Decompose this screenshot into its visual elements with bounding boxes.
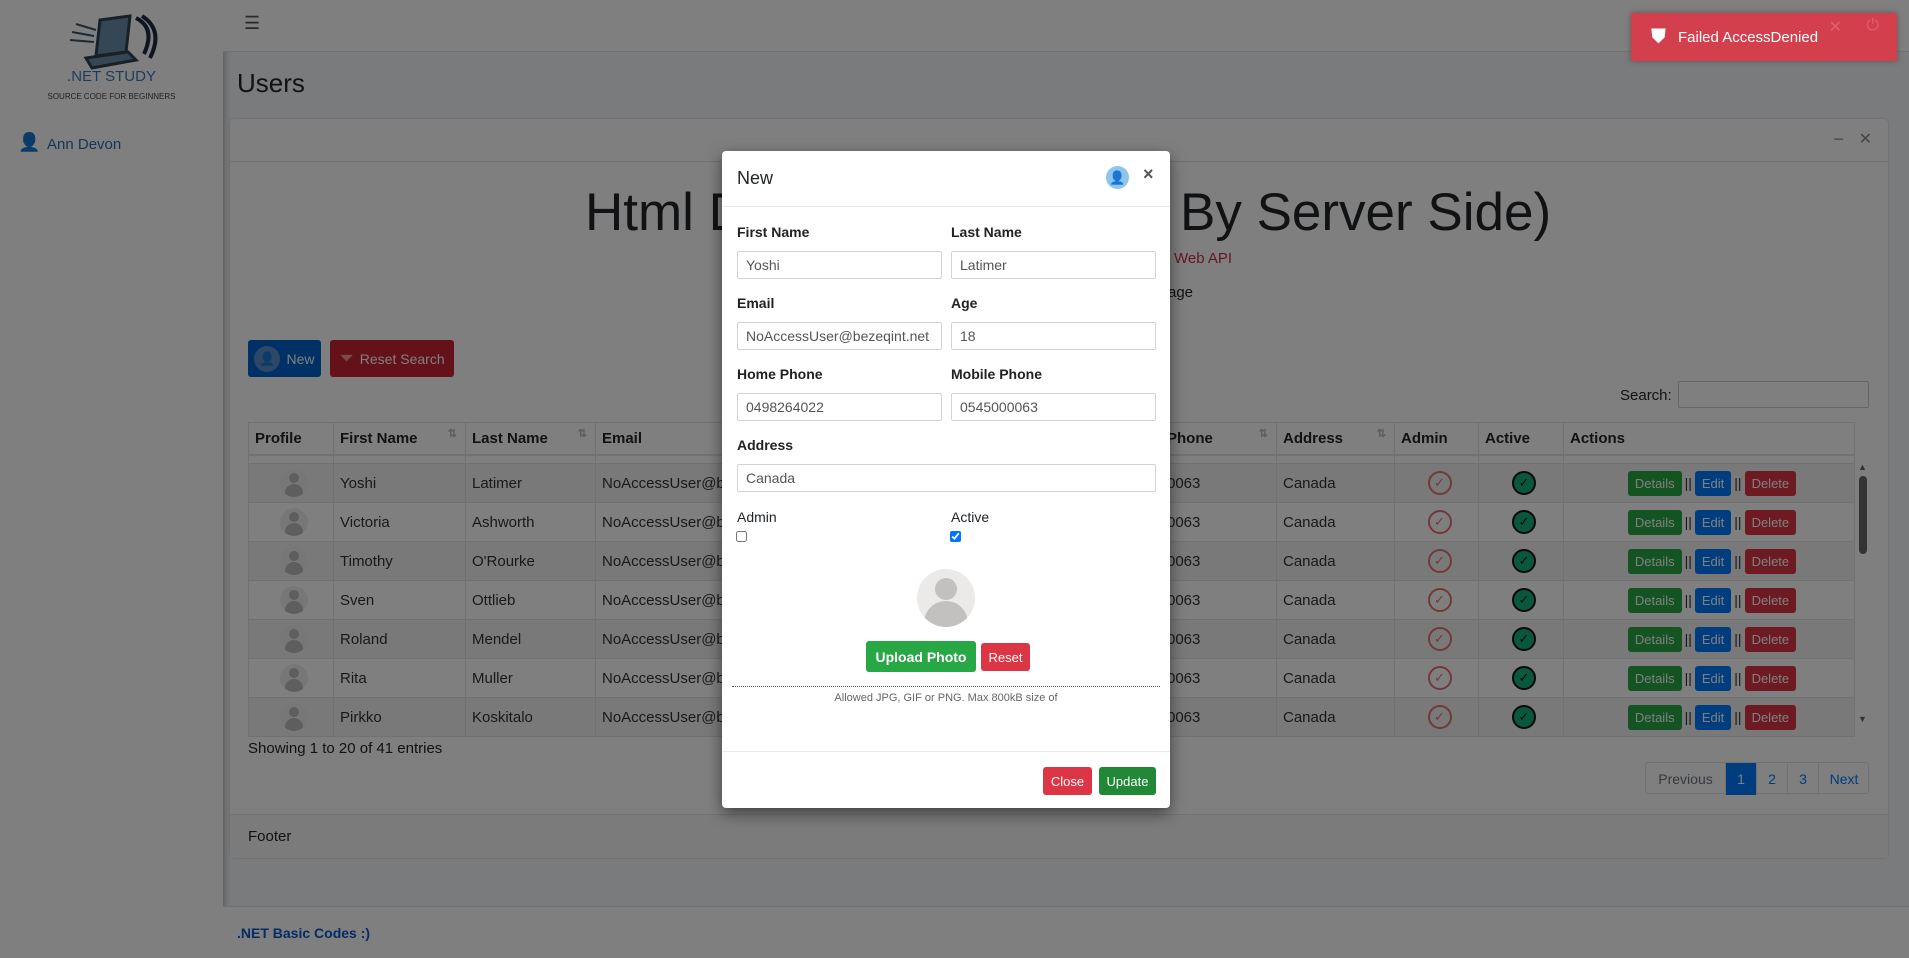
error-toast: ⛊ Failed AccessDenied ✕ ⏻: [1631, 13, 1897, 61]
email-label: Email: [737, 295, 775, 311]
mobile-phone-label: Mobile Phone: [951, 366, 1042, 382]
admin-label: Admin: [737, 509, 777, 525]
last-name-input[interactable]: [951, 251, 1156, 279]
update-button[interactable]: Update: [1099, 767, 1156, 795]
upload-hint: Allowed JPG, GIF or PNG. Max 800kB size …: [834, 692, 1058, 704]
power-icon[interactable]: ⏻: [1866, 17, 1879, 35]
user-modal: New 👤 × First Name Last Name Email Age H…: [722, 151, 1170, 808]
toast-close-icon[interactable]: ✕: [1829, 17, 1842, 37]
first-name-label: First Name: [737, 224, 810, 240]
mobile-phone-input[interactable]: [951, 393, 1156, 421]
modal-close-icon[interactable]: ×: [1143, 164, 1154, 185]
toast-message: Failed AccessDenied: [1678, 28, 1819, 46]
email-input[interactable]: [737, 322, 942, 350]
divider: [732, 686, 1160, 687]
age-label: Age: [951, 295, 978, 311]
last-name-label: Last Name: [951, 224, 1022, 240]
address-label: Address: [737, 437, 794, 453]
admin-checkbox[interactable]: [736, 531, 747, 542]
reset-photo-button[interactable]: Reset: [981, 643, 1030, 671]
upload-photo-button[interactable]: Upload Photo: [866, 641, 976, 672]
active-label: Active: [951, 509, 990, 525]
user-profile-icon: 👤: [1106, 166, 1129, 189]
shield-alert-icon: ⛊: [1651, 25, 1666, 48]
close-button[interactable]: Close: [1043, 767, 1092, 795]
home-phone-input[interactable]: [737, 393, 942, 421]
active-checkbox[interactable]: [950, 531, 961, 542]
address-input[interactable]: [737, 464, 1156, 492]
home-phone-label: Home Phone: [737, 366, 823, 382]
profile-photo-placeholder: [917, 569, 975, 627]
age-input[interactable]: [951, 322, 1156, 350]
modal-footer-divider: [722, 751, 1170, 752]
modal-title: New: [737, 168, 774, 188]
first-name-input[interactable]: [737, 251, 942, 279]
modal-header: New 👤 ×: [722, 151, 1170, 207]
